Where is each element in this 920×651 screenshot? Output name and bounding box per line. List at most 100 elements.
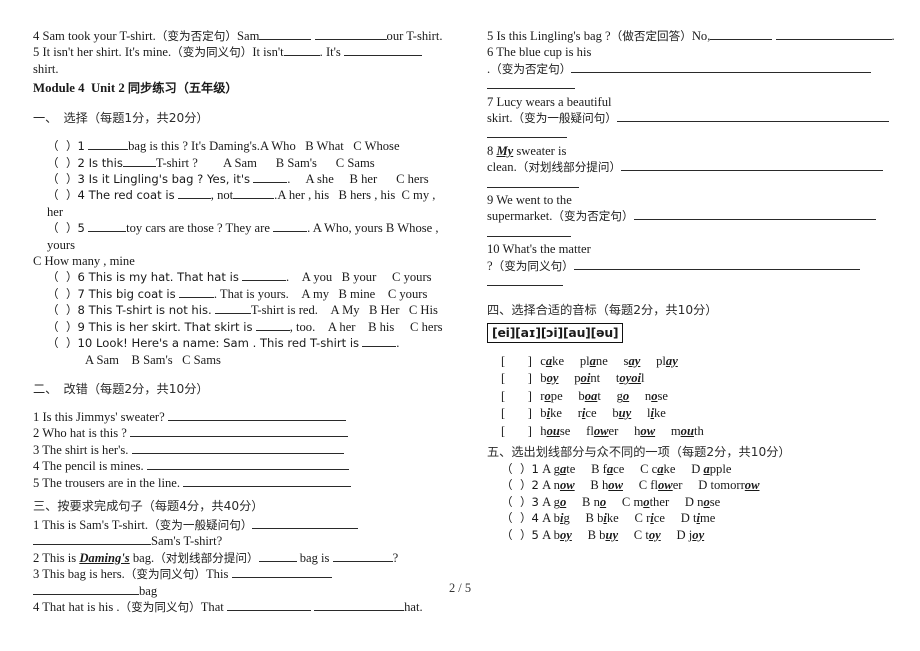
odd-one-out-item-5-prefix[interactable]: （ ）5 [501, 528, 539, 542]
answer-line[interactable] [332, 550, 393, 562]
ipa-row-3-bracket[interactable]: [ ] [501, 389, 534, 403]
answer-line[interactable] [131, 442, 344, 454]
odd-one-out-item-4-prefix[interactable]: （ ）4 [501, 511, 539, 525]
option-pre: m [633, 494, 644, 509]
section-three-items-left: 1 This is Sam's T-shirt.（变为一般疑问句） Sam's … [33, 517, 444, 615]
transform-item-8-emphasis: My [496, 143, 514, 158]
answer-line[interactable] [710, 28, 773, 40]
transform-item-2-text: 2 This is [33, 550, 80, 565]
ipa-row-5-bracket[interactable]: [ ] [501, 424, 534, 438]
option-d: D apple [691, 462, 731, 476]
transform-item-7-cn: （变为一般疑问句） [512, 111, 617, 126]
transform-item-6-cn: （变为否定句） [490, 61, 572, 76]
transform-item-9-second: supermarket.（变为否定句） [487, 208, 898, 224]
mc-item-2-stem: T-shirt ? [155, 155, 198, 170]
option-label: B [591, 462, 600, 476]
transform-item-5-text: 5 Is this Lingling's bag ? [487, 29, 611, 43]
answer-line[interactable] [487, 126, 567, 139]
ipa-row-4-bracket[interactable]: [ ] [501, 406, 534, 420]
ipa-row-1-bracket[interactable]: [ ] [501, 354, 534, 368]
option-pre: fl [650, 478, 658, 493]
answer-line[interactable] [616, 110, 889, 123]
mc-item-6-stem: . [286, 270, 290, 285]
option-post: ce [653, 511, 665, 526]
mc-item-6-options: A you B your C yours [301, 270, 432, 285]
carryover-item-5-text-a: 5 It isn't her shirt. It's mine. [33, 45, 172, 60]
ipa-word: flower [586, 424, 618, 438]
mc-item-5: （ ）5 toy cars are those ? They are . A W… [47, 220, 444, 253]
option-label: B [587, 527, 596, 542]
answer-line[interactable] [258, 550, 297, 562]
odd-one-out-item-1-prefix[interactable]: （ ）1 [501, 462, 539, 476]
blank-line [259, 28, 312, 40]
answer-line[interactable] [775, 28, 892, 40]
ipa-row-2-bracket[interactable]: [ ] [501, 371, 534, 385]
answer-line[interactable] [167, 409, 346, 421]
ipa-word-post: ke [550, 406, 562, 420]
answer-line[interactable] [621, 159, 884, 172]
ipa-word-underlined: ay [665, 353, 678, 368]
mc-item-3: （ ）3 Is it Lingling's bag ? Yes, it's . … [47, 171, 444, 187]
odd-one-out-item-3-prefix[interactable]: （ ）3 [501, 495, 539, 509]
answer-line[interactable] [252, 517, 359, 529]
answer-line[interactable] [314, 599, 405, 611]
option-post: ce [613, 462, 625, 476]
mc-item-8-stem: T-shirt is red. [250, 303, 318, 318]
answer-line[interactable] [183, 475, 352, 487]
mc-item-9-options: A her B his C hers [327, 319, 443, 334]
correction-item-2-text: 2 Who hat is this ? [33, 426, 127, 441]
transform-item-8-cn: （对划线部分提问） [516, 160, 622, 175]
blank-line [242, 269, 287, 282]
option-label: B [585, 511, 594, 526]
answer-line[interactable] [571, 61, 872, 73]
odd-one-out-item-2: （ ）2 A now B how C flower D tomorrow [501, 477, 898, 493]
ipa-word-underlined: ow [593, 423, 609, 438]
answer-line[interactable] [33, 533, 151, 546]
ipa-word-underlined: uy [618, 406, 632, 420]
ipa-word-underlined: ou [680, 423, 694, 438]
option-underlined: oy [692, 527, 705, 542]
ipa-word-post: th [693, 423, 704, 438]
option-c: C mother [622, 495, 669, 509]
ipa-row-5: [ ] house flower how mouth [501, 423, 898, 441]
mc-item-7-prefix: （ ）7 This big coat is [47, 286, 176, 301]
odd-one-out-item-4: （ ）4 A big B bike C rice D time [501, 510, 898, 526]
carryover-item-4-text-c: our T-shirt. [386, 29, 443, 43]
ipa-word-post: ne [595, 353, 608, 368]
answer-line[interactable] [487, 274, 563, 287]
answer-line[interactable] [226, 599, 311, 611]
ipa-word: mouth [671, 424, 704, 438]
left-column: 4 Sam took your T-shirt.（变为否定句）Sam our T… [0, 0, 470, 615]
answer-line[interactable] [487, 225, 571, 237]
transform-item-5-tail: . [891, 29, 895, 43]
answer-line[interactable] [573, 258, 860, 270]
answer-line[interactable] [130, 425, 349, 438]
ipa-word-pre: m [670, 423, 681, 438]
ipa-word: rope [540, 389, 562, 403]
option-label: D [698, 478, 708, 493]
option-d: D nose [685, 495, 720, 509]
odd-one-out-item-2-prefix[interactable]: （ ）2 [501, 478, 539, 492]
carryover-item-5-text-c: . It's [319, 45, 341, 60]
answer-line[interactable] [146, 458, 349, 471]
answer-line[interactable] [487, 176, 579, 188]
transform-item-9: 9 We went to the [487, 193, 572, 208]
carryover-item-4: 4 Sam took your T-shirt.（变为否定句）Sam our T… [33, 28, 444, 44]
mc-item-8-prefix: （ ）8 This T-shirt is not his. [47, 303, 212, 318]
right-column: 5 Is this Lingling's bag ?（做否定回答）No, . 6… [470, 0, 920, 615]
option-d: D tomorrow [698, 478, 759, 492]
correction-item-4-text: 4 The pencil is mines. [33, 459, 144, 474]
two-column-layout: 4 Sam took your T-shirt.（变为否定句）Sam our T… [0, 0, 920, 615]
blank-line [88, 138, 129, 151]
transform-item-8: 8 My sweater is [487, 143, 898, 159]
option-label: D [691, 462, 701, 476]
blank-line [343, 44, 422, 57]
mc-item-9-prefix: （ ）9 This is her skirt. That skirt is [47, 319, 253, 334]
answer-line[interactable] [633, 208, 876, 221]
ipa-word-underlined: oa [584, 388, 598, 403]
answer-line[interactable] [487, 77, 575, 90]
mc-item-1: （ ）1 bag is this ? It's Daming's.A Who B… [47, 138, 444, 154]
option-b: B buy [588, 528, 618, 542]
mc-item-5-options-wrap: C How many , mine [33, 254, 135, 269]
answer-line[interactable] [231, 566, 332, 579]
